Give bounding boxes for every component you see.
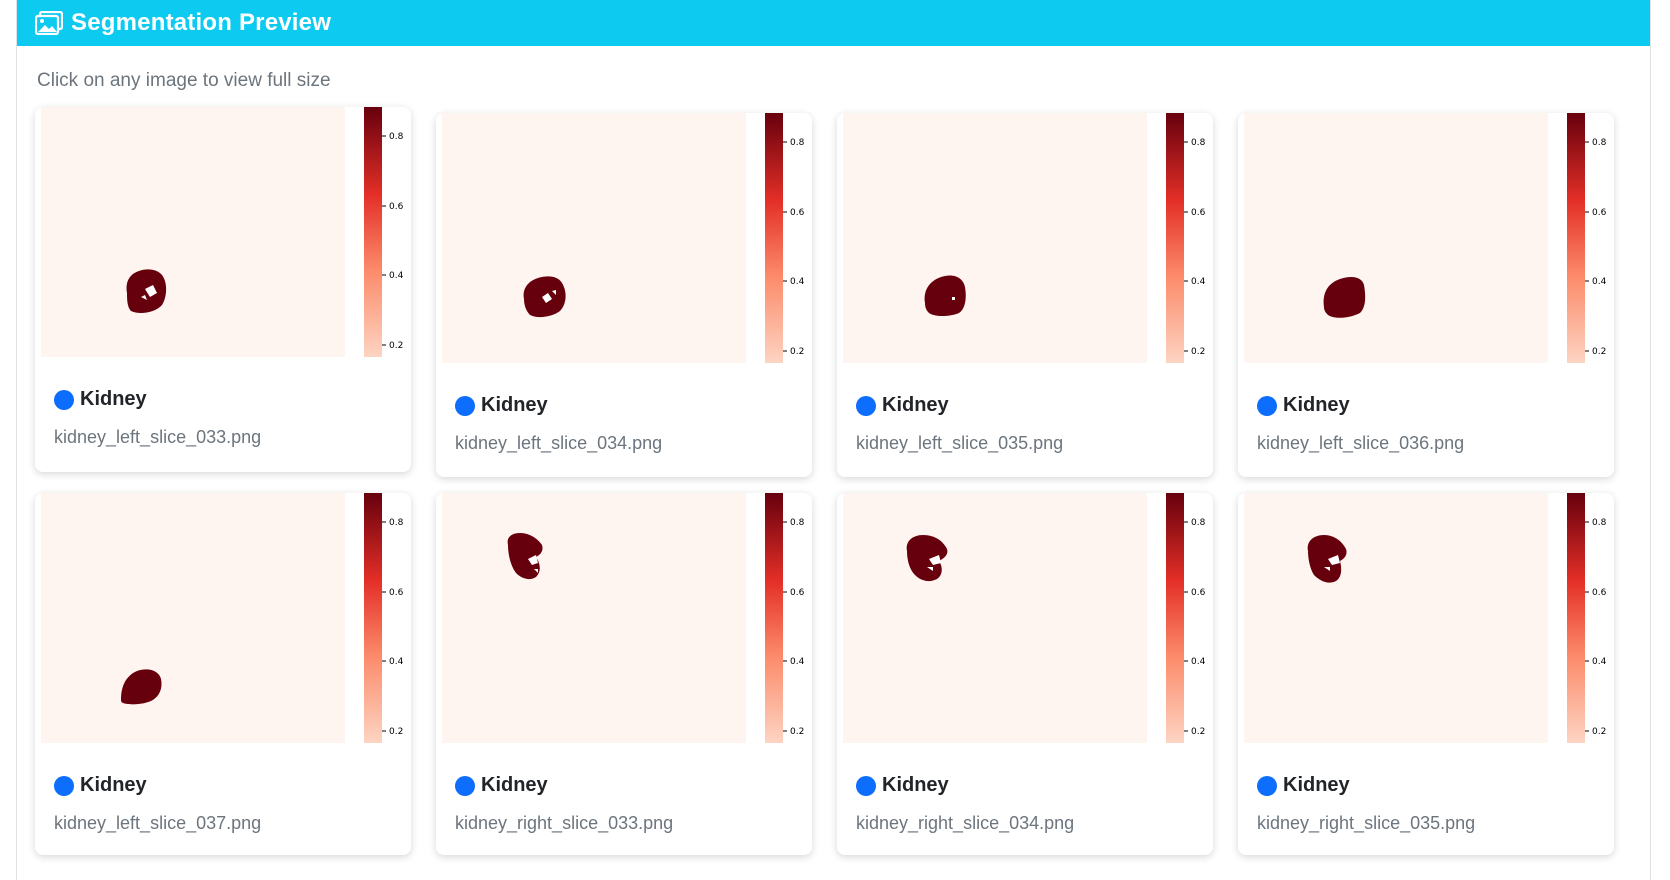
organ-label: Kidney xyxy=(1283,774,1350,796)
colorbar-tick: 0.2 xyxy=(389,341,403,351)
colorbar-tick: 0.4 xyxy=(790,657,805,667)
colorbar-tick: 0.8 xyxy=(1191,138,1206,148)
segmentation-image[interactable]: 0.8 0.6 0.4 0.2 xyxy=(41,493,411,749)
colorbar-tick: 0.6 xyxy=(1592,208,1607,218)
status-dot xyxy=(54,775,74,796)
colorbar-tick: 0.4 xyxy=(389,271,404,281)
colorbar-tick: 0.4 xyxy=(1191,277,1206,287)
status-dot xyxy=(455,775,475,796)
organ-label: Kidney xyxy=(882,774,949,796)
image-grid: 0.8 0.6 0.4 0.2 Kidney kidney_left_slice… xyxy=(17,0,1650,880)
image-card[interactable]: 0.8 0.6 0.4 0.2 Kidney kidney_left_slice… xyxy=(436,113,812,477)
colorbar-tick: 0.6 xyxy=(389,588,404,598)
card-label-row: Kidney xyxy=(856,774,949,797)
image-card[interactable]: 0.8 0.6 0.4 0.2 Kidney kidney_left_slice… xyxy=(35,107,411,472)
colorbar-tick: 0.4 xyxy=(1191,657,1206,667)
segmentation-image[interactable]: 0.8 0.6 0.4 0.2 xyxy=(442,113,812,369)
filename: kidney_right_slice_035.png xyxy=(1257,813,1476,833)
organ-label: Kidney xyxy=(80,388,147,410)
colorbar-tick: 0.6 xyxy=(790,588,805,598)
card-label-row: Kidney xyxy=(1257,774,1350,797)
filename: kidney_left_slice_037.png xyxy=(54,813,262,833)
image-card[interactable]: 0.8 0.6 0.4 0.2 Kidney kidney_left_slice… xyxy=(837,113,1213,477)
image-card[interactable]: 0.8 0.6 0.4 0.2 Kidney kidney_right_slic… xyxy=(837,493,1213,855)
colorbar-tick: 0.8 xyxy=(1191,518,1206,528)
image-card[interactable]: 0.8 0.6 0.4 0.2 Kidney kidney_left_slice… xyxy=(1238,113,1614,477)
image-card[interactable]: 0.8 0.6 0.4 0.2 Kidney kidney_right_slic… xyxy=(1238,493,1614,855)
colorbar-tick: 0.2 xyxy=(1191,347,1205,357)
card-label-row: Kidney xyxy=(455,774,548,797)
status-dot xyxy=(455,395,475,416)
image-card[interactable]: 0.8 0.6 0.4 0.2 Kidney kidney_right_slic… xyxy=(436,493,812,855)
card-label-row: Kidney xyxy=(54,388,147,411)
segmentation-image[interactable]: 0.8 0.6 0.4 0.2 xyxy=(1244,493,1614,749)
status-dot xyxy=(856,775,876,796)
card-label-row: Kidney xyxy=(54,774,147,797)
colorbar-tick: 0.6 xyxy=(389,202,404,212)
status-dot xyxy=(1257,395,1277,416)
colorbar-tick: 0.2 xyxy=(1191,727,1205,737)
colorbar-tick: 0.2 xyxy=(1592,727,1606,737)
colorbar-tick: 0.6 xyxy=(1191,208,1206,218)
colorbar-tick: 0.8 xyxy=(1592,518,1607,528)
colorbar-tick: 0.2 xyxy=(389,727,403,737)
organ-label: Kidney xyxy=(481,394,548,416)
colorbar-tick: 0.4 xyxy=(1592,277,1607,287)
colorbar-tick: 0.2 xyxy=(1592,347,1606,357)
segmentation-image[interactable]: 0.8 0.6 0.4 0.2 xyxy=(843,493,1213,749)
segmentation-image[interactable]: 0.8 0.6 0.4 0.2 xyxy=(442,493,812,749)
card-label-row: Kidney xyxy=(1257,394,1350,417)
colorbar-tick: 0.6 xyxy=(1592,588,1607,598)
colorbar-tick: 0.2 xyxy=(790,347,804,357)
colorbar-tick: 0.8 xyxy=(389,132,404,142)
card-label-row: Kidney xyxy=(455,394,548,417)
status-dot xyxy=(54,389,74,410)
card-label-row: Kidney xyxy=(856,394,949,417)
organ-label: Kidney xyxy=(1283,394,1350,416)
colorbar-tick: 0.4 xyxy=(1592,657,1607,667)
status-dot xyxy=(1257,775,1277,796)
colorbar-tick: 0.4 xyxy=(790,277,805,287)
colorbar-tick: 0.4 xyxy=(389,657,404,667)
colorbar-tick: 0.8 xyxy=(389,518,404,528)
colorbar-tick: 0.8 xyxy=(790,518,805,528)
filename: kidney_right_slice_033.png xyxy=(455,813,674,833)
segmentation-image[interactable]: 0.8 0.6 0.4 0.2 xyxy=(41,107,411,363)
image-card[interactable]: 0.8 0.6 0.4 0.2 Kidney kidney_left_slice… xyxy=(35,493,411,855)
colorbar-tick: 0.8 xyxy=(790,138,805,148)
organ-label: Kidney xyxy=(481,774,548,796)
segmentation-image[interactable]: 0.8 0.6 0.4 0.2 xyxy=(843,113,1213,369)
filename: kidney_left_slice_036.png xyxy=(1257,433,1465,453)
filename: kidney_left_slice_035.png xyxy=(856,433,1064,453)
organ-label: Kidney xyxy=(80,774,147,796)
organ-label: Kidney xyxy=(882,394,949,416)
colorbar-tick: 0.8 xyxy=(1592,138,1607,148)
filename: kidney_right_slice_034.png xyxy=(856,813,1075,833)
colorbar-tick: 0.2 xyxy=(790,727,804,737)
colorbar-tick: 0.6 xyxy=(1191,588,1206,598)
status-dot xyxy=(856,395,876,416)
filename: kidney_left_slice_034.png xyxy=(455,433,663,453)
colorbar-tick: 0.6 xyxy=(790,208,805,218)
segmentation-preview-panel: Segmentation Preview Click on any image … xyxy=(16,0,1651,880)
segmentation-image[interactable]: 0.8 0.6 0.4 0.2 xyxy=(1244,113,1614,369)
filename: kidney_left_slice_033.png xyxy=(54,427,262,447)
